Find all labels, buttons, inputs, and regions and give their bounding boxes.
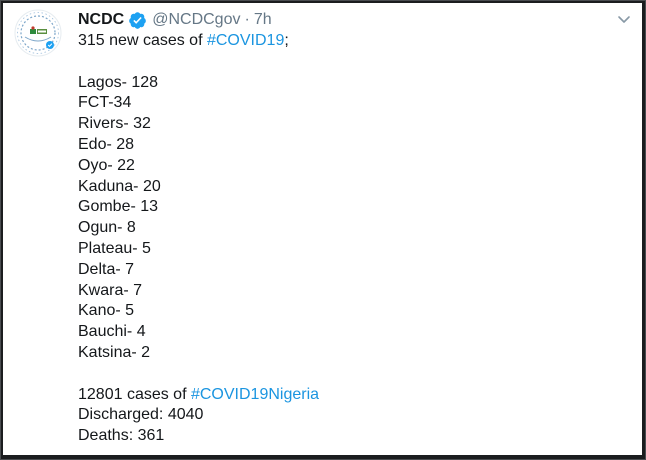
separator-dot: · <box>244 11 250 28</box>
state-case-line: Kano- 5 <box>78 302 135 320</box>
state-case-line: Ogun- 8 <box>78 219 136 237</box>
intro-line: 315 new cases of #COVID19; <box>78 31 628 52</box>
hashtag-covid19[interactable]: #COVID19 <box>207 32 284 49</box>
state-case-line: Gombe- 13 <box>78 198 159 216</box>
tweet-header: NCDC @NCDCgov · 7h <box>78 8 272 32</box>
total-cases-line: 12801 cases of #COVID19Nigeria <box>78 385 628 406</box>
discharged-line: Discharged: 4040 <box>78 406 204 424</box>
author-name[interactable]: NCDC <box>78 8 124 32</box>
verified-badge-icon <box>128 11 147 30</box>
intro-suffix: ; <box>284 32 289 49</box>
state-case-line: Rivers- 32 <box>78 115 151 133</box>
hashtag-covid19nigeria[interactable]: #COVID19Nigeria <box>191 386 319 403</box>
state-case-line: Delta- 7 <box>78 260 135 278</box>
state-case-line: Katsina- 2 <box>78 343 151 361</box>
state-case-line: Plateau- 5 <box>78 239 151 257</box>
deaths-line: Deaths: 361 <box>78 427 165 445</box>
intro-text: 315 new cases of <box>78 32 207 49</box>
tweet-card: NCDC @NCDCgov · 7h 315 new cases of #COV… <box>3 3 642 455</box>
timestamp[interactable]: 7h <box>254 8 272 32</box>
state-case-line: FCT-34 <box>78 94 132 112</box>
state-case-line: Kwara- 7 <box>78 281 143 299</box>
chevron-down-icon[interactable] <box>616 11 632 27</box>
state-case-line: Oyo- 22 <box>78 156 135 174</box>
author-handle[interactable]: @NCDCgov <box>152 8 240 32</box>
state-case-line: Lagos- 128 <box>78 73 159 91</box>
avatar[interactable] <box>14 9 62 57</box>
state-case-line: Edo- 28 <box>78 135 135 153</box>
ncdc-logo-icon <box>14 9 62 57</box>
state-case-line: Bauchi- 4 <box>78 323 146 341</box>
total-cases-text: 12801 cases of <box>78 385 191 403</box>
state-case-line: Kaduna- 20 <box>78 177 161 195</box>
tweet-body: 315 new cases of #COVID19; Lagos- 128 FC… <box>78 31 628 447</box>
